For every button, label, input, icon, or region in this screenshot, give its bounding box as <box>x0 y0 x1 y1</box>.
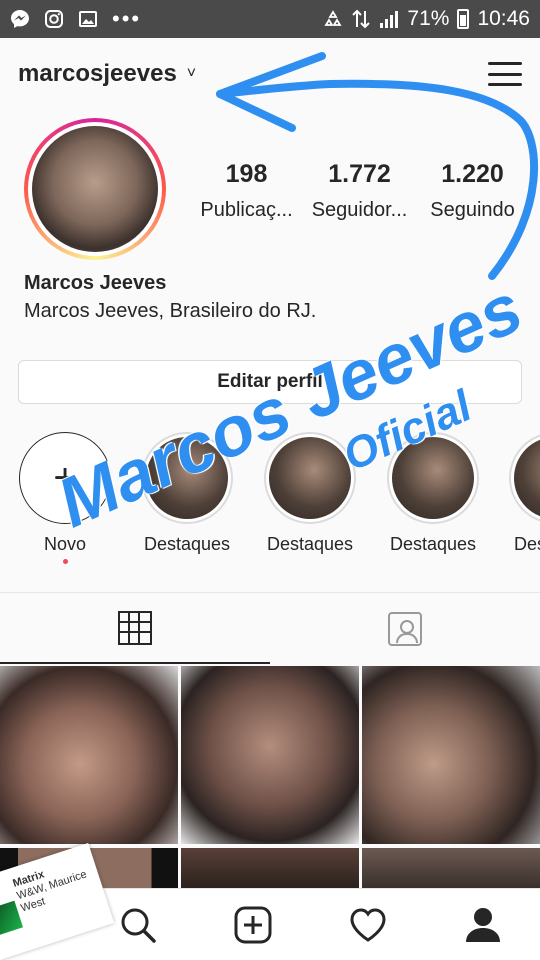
profile-tabs <box>0 592 540 664</box>
username-switcher[interactable]: marcosjeeves <box>18 60 177 88</box>
stat-value: 1.772 <box>328 160 391 188</box>
recycle-icon <box>323 9 343 29</box>
post-thumbnail[interactable] <box>362 666 540 844</box>
messenger-icon <box>10 9 30 29</box>
menu-icon[interactable] <box>488 59 522 89</box>
post-thumbnail[interactable] <box>181 847 359 888</box>
tab-tagged[interactable] <box>270 593 540 664</box>
heart-icon <box>349 907 386 942</box>
highlight-cover <box>264 432 356 524</box>
nav-search[interactable] <box>108 895 168 955</box>
signal-icon <box>379 9 399 29</box>
tab-grid[interactable] <box>0 593 270 664</box>
profile-bio: Marcos Jeeves, Brasileiro do RJ. <box>24 300 317 322</box>
battery-icon <box>457 9 470 29</box>
highlight-photo <box>269 437 351 519</box>
post-thumbnail[interactable] <box>362 847 540 888</box>
plus-icon: + <box>19 432 111 524</box>
stat-value: 1.220 <box>441 160 504 188</box>
highlight-label: Destaques <box>389 534 477 554</box>
data-arrows-icon <box>351 9 371 29</box>
instagram-icon <box>44 9 64 29</box>
highlight-cover <box>141 432 233 524</box>
highlight-item[interactable]: Destaques <box>255 432 365 555</box>
profile-stats: 198 Publicaç... 1.772 Seguidor... 1.220 … <box>190 160 530 222</box>
stat-label: Seguidor... <box>311 199 408 221</box>
highlight-cover <box>509 432 540 524</box>
story-highlights: + Novo Destaques Destaques Destaques Des <box>0 432 540 572</box>
stat-followers[interactable]: 1.772 Seguidor... <box>303 160 416 222</box>
nav-profile[interactable] <box>453 895 513 955</box>
clock: 10:46 <box>477 7 530 30</box>
tagged-person-icon <box>388 611 422 646</box>
status-left-icons: ••• <box>10 6 142 31</box>
highlight-photo <box>514 437 540 519</box>
more-notifications-icon: ••• <box>112 6 142 31</box>
grid-icon <box>118 610 152 645</box>
post-thumbnail[interactable] <box>0 666 178 844</box>
stat-value: 198 <box>225 160 268 188</box>
nav-new-post[interactable] <box>223 895 283 955</box>
stat-label: Seguindo <box>430 199 515 221</box>
profile-full-name: Marcos Jeeves <box>24 272 167 294</box>
edit-profile-button[interactable]: Editar perfil <box>18 360 522 404</box>
stat-label: Publicaç... <box>200 199 293 221</box>
menu-bar <box>488 83 522 86</box>
highlight-label: Destaques <box>266 534 354 554</box>
chevron-down-icon[interactable]: ˅ <box>187 65 196 83</box>
battery-percent: 71% <box>407 7 450 30</box>
menu-bar <box>488 62 522 65</box>
highlight-label: Des <box>514 534 540 554</box>
avatar-border <box>28 122 162 256</box>
highlight-cover <box>387 432 479 524</box>
search-icon <box>121 908 156 943</box>
stat-posts[interactable]: 198 Publicaç... <box>190 160 303 222</box>
highlight-label: Novo <box>43 534 87 554</box>
menu-bar <box>488 72 522 76</box>
plus-square-icon <box>234 906 271 943</box>
gallery-icon <box>78 9 98 29</box>
highlight-new[interactable]: + Novo <box>10 432 120 564</box>
highlight-item[interactable]: Des <box>500 432 540 555</box>
highlight-label: Destaques <box>143 534 231 554</box>
nav-activity[interactable] <box>338 895 398 955</box>
profile-header: marcosjeeves ˅ <box>0 38 540 110</box>
status-right-icons: 71% 10:46 <box>323 7 530 31</box>
new-indicator-dot <box>62 559 68 564</box>
highlight-item[interactable]: Destaques <box>132 432 242 555</box>
stat-following[interactable]: 1.220 Seguindo <box>416 160 529 222</box>
status-bar: ••• 71% 10:46 <box>0 0 540 38</box>
avatar-photo <box>32 126 158 252</box>
avatar[interactable] <box>24 118 166 260</box>
highlight-photo <box>392 437 474 519</box>
highlight-photo <box>146 437 228 519</box>
highlight-item[interactable]: Destaques <box>378 432 488 555</box>
post-thumbnail[interactable] <box>181 666 359 844</box>
profile-icon <box>465 907 500 942</box>
